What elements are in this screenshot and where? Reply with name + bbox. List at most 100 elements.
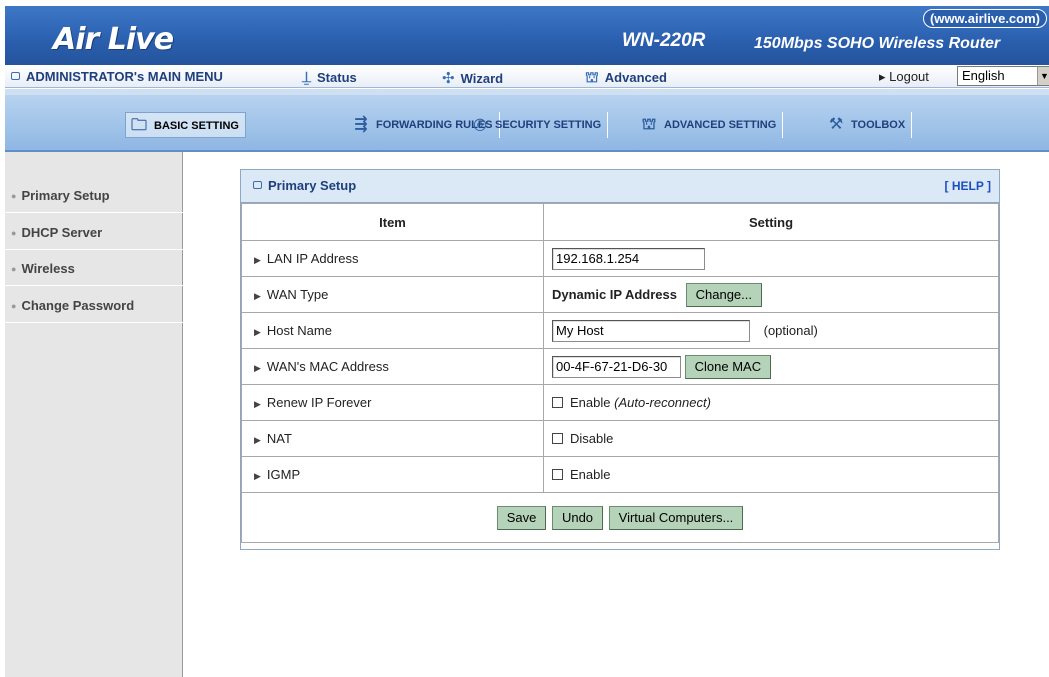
table-header-row: Item Setting — [241, 203, 999, 241]
row-setting-cell: My Host (optional) — [543, 312, 999, 349]
table-row: ▶ WAN's MAC Address 00-4F-67-21-D6-30 Clo… — [241, 348, 999, 385]
advanced-menu-link[interactable]: ⛫ Advanced — [585, 69, 667, 88]
dropdown-arrow-icon[interactable]: ▼ — [1037, 67, 1049, 85]
renew-ip-checkbox-label: Enable — [570, 395, 611, 410]
column-header-setting: Setting — [543, 203, 999, 241]
logout-link[interactable]: ▸ Logout — [879, 69, 929, 85]
row-label-cell: ▶ WAN's MAC Address — [241, 348, 544, 385]
undo-button[interactable]: Undo — [551, 505, 604, 530]
bullet-icon: ● — [11, 191, 17, 201]
sidebar-item-label: Wireless — [21, 261, 75, 276]
row-arrow-icon: ▶ — [254, 327, 261, 337]
nat-checkbox[interactable] — [552, 433, 563, 444]
sidebar-item-dhcp-server[interactable]: ● DHCP Server — [5, 216, 183, 250]
wan-mac-label: WAN's MAC Address — [266, 359, 389, 374]
model-name: WN-220R — [622, 30, 706, 51]
site-url-link[interactable]: (www.airlive.com) — [922, 9, 1047, 28]
column-header-item: Item — [241, 203, 544, 241]
row-label-cell: ▶ NAT — [241, 420, 544, 457]
virtual-computers-button[interactable]: Virtual Computers... — [608, 505, 744, 530]
status-icon: ⍊ — [302, 69, 312, 86]
row-label-cell: ▶ WAN Type — [241, 276, 544, 313]
primary-setup-panel: Primary Setup [ HELP ] Item Setting ▶ LAN… — [240, 169, 1000, 550]
table-row: ▶ NAT Disable — [241, 420, 999, 457]
tab-basic-setting[interactable]: 🗀 BASIC SETTING — [125, 112, 246, 138]
status-label: Status — [317, 70, 357, 85]
row-setting-cell: Dynamic IP Address Change... — [543, 276, 999, 313]
language-value: English — [962, 68, 1005, 83]
panel-title-text: Primary Setup — [268, 178, 357, 193]
bullet-icon: ● — [11, 301, 17, 311]
tab-label: ADVANCED SETTING — [664, 119, 777, 131]
product-tagline: 150Mbps SOHO Wireless Router — [754, 35, 1001, 52]
tab-advanced-setting[interactable]: ⛫ ADVANCED SETTING — [636, 112, 784, 138]
row-arrow-icon: ▶ — [254, 471, 261, 481]
tab-label: TOOLBOX — [851, 119, 906, 131]
tab-label: BASIC SETTING — [154, 120, 239, 132]
row-setting-cell: Disable — [543, 420, 999, 457]
help-link[interactable]: [ HELP ] — [945, 179, 991, 193]
row-label-cell: ▶ Renew IP Forever — [241, 384, 544, 421]
clone-mac-button[interactable]: Clone MAC — [684, 354, 772, 379]
sidebar-item-primary-setup[interactable]: ● Primary Setup — [5, 179, 183, 213]
optional-hint: (optional) — [763, 323, 818, 338]
brand-logo: Air Live — [53, 22, 174, 57]
settings-table: Item Setting ▶ LAN IP Address 192.168.1.2… — [241, 203, 999, 543]
row-arrow-icon: ▶ — [254, 255, 261, 265]
sidebar-item-label: Primary Setup — [21, 188, 110, 203]
status-menu-link[interactable]: ⍊ Status — [302, 69, 357, 86]
admin-menu-label: ADMINISTRATOR's MAIN MENU — [26, 69, 223, 84]
sidebar: ● Primary Setup ● DHCP Server ● Wireless ● C… — [5, 152, 183, 677]
igmp-label: IGMP — [266, 467, 301, 482]
auto-reconnect-note: (Auto-reconnect) — [614, 395, 711, 410]
row-arrow-icon: ▶ — [254, 399, 261, 409]
lan-ip-input[interactable]: 192.168.1.254 — [552, 247, 705, 270]
table-row: ▶ Host Name My Host (optional) — [241, 312, 999, 349]
change-wan-type-button[interactable]: Change... — [685, 282, 762, 307]
table-row: ▶ Renew IP Forever Enable (Auto-reconnect… — [241, 384, 999, 421]
advanced-label: Advanced — [604, 70, 667, 85]
actions-row: Save Undo Virtual Computers... — [241, 492, 999, 543]
sidebar-item-wireless[interactable]: ● Wireless — [5, 252, 183, 286]
sidebar-item-label: DHCP Server — [21, 225, 103, 240]
bullet-icon: ● — [11, 228, 17, 238]
renew-ip-checkbox[interactable] — [552, 397, 563, 408]
nat-label: NAT — [266, 431, 292, 446]
row-arrow-icon: ▶ — [254, 435, 261, 445]
table-row: ▶ WAN Type Dynamic IP Address Change... — [241, 276, 999, 313]
wizard-menu-link[interactable]: ✣ Wizard — [442, 69, 503, 87]
sidebar-item-change-password[interactable]: ● Change Password — [5, 289, 183, 323]
save-button[interactable]: Save — [496, 505, 547, 530]
panel-title: Primary Setup — [253, 178, 356, 193]
lan-ip-label: LAN IP Address — [266, 251, 359, 266]
igmp-checkbox[interactable] — [552, 469, 563, 480]
igmp-checkbox-label: Enable — [570, 467, 611, 482]
row-setting-cell: Enable (Auto-reconnect) — [543, 384, 999, 421]
sidebar-item-label: Change Password — [21, 298, 135, 313]
row-label-cell: ▶ IGMP — [241, 456, 544, 493]
panel-square-icon — [253, 181, 262, 189]
table-row: ▶ IGMP Enable — [241, 456, 999, 493]
tab-label: SECURITY SETTING — [495, 119, 602, 131]
toolbox-icon: ⚒ — [828, 116, 844, 134]
renew-ip-label: Renew IP Forever — [266, 395, 372, 410]
row-label-cell: ▶ Host Name — [241, 312, 544, 349]
menu-square-icon — [11, 72, 20, 80]
wizard-icon: ✣ — [442, 70, 455, 87]
admin-main-menu-link[interactable]: ADMINISTRATOR's MAIN MENU — [11, 69, 223, 84]
row-arrow-icon: ▶ — [254, 291, 261, 301]
tab-security-setting[interactable]: ◎ SECURITY SETTING — [467, 112, 609, 138]
row-setting-cell: Enable — [543, 456, 999, 493]
actions-cell: Save Undo Virtual Computers... — [241, 492, 999, 543]
tab-toolbox[interactable]: ⚒ TOOLBOX — [823, 112, 913, 138]
table-row: ▶ LAN IP Address 192.168.1.254 — [241, 240, 999, 277]
wan-mac-input[interactable]: 00-4F-67-21-D6-30 — [552, 355, 681, 378]
advanced-icon: ⛫ — [585, 69, 599, 86]
settings-tab-bar: 🗀 BASIC SETTING ⇶ FORWARDING RULES ◎ SECURI… — [5, 95, 1049, 152]
row-setting-cell: 192.168.1.254 — [543, 240, 999, 277]
advanced-icon: ⛫ — [641, 116, 657, 134]
host-name-input[interactable]: My Host — [552, 319, 750, 342]
shield-eye-icon: ◎ — [473, 116, 487, 134]
language-select[interactable]: English ▼ — [957, 66, 1049, 86]
nat-checkbox-label: Disable — [570, 431, 614, 446]
